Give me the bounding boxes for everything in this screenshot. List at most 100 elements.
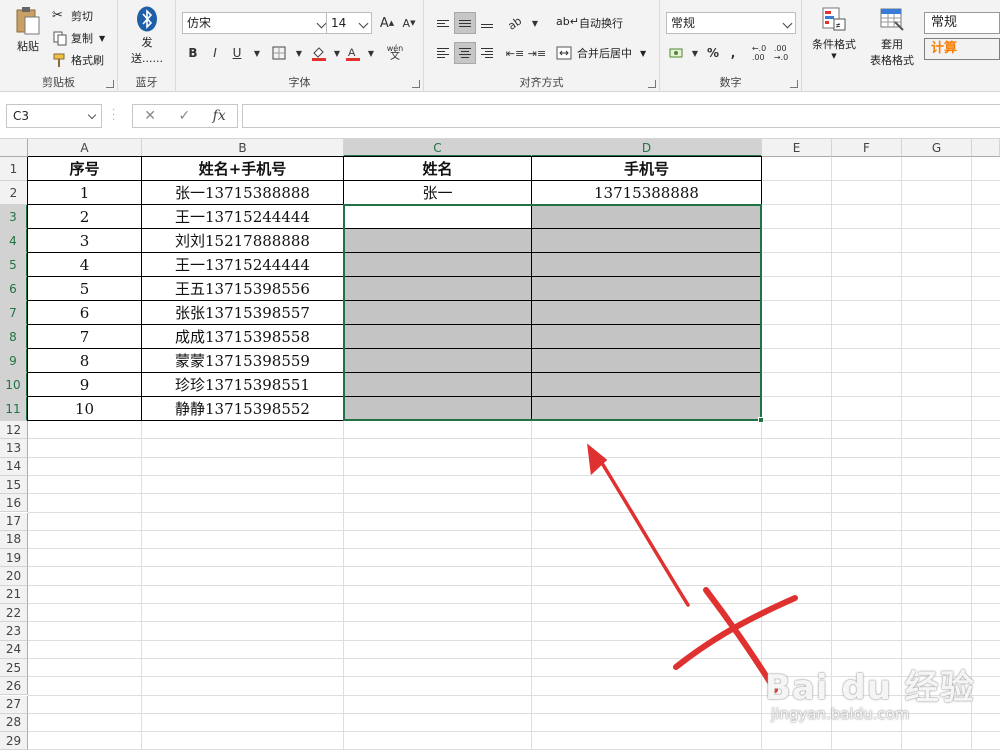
row-header-11[interactable]: 11 xyxy=(0,397,28,421)
borders-button[interactable] xyxy=(268,42,290,64)
cell-b1[interactable]: 姓名+手机号 xyxy=(142,157,343,180)
copy-dropdown-icon[interactable]: ▼ xyxy=(99,34,105,43)
formula-bar-grip-icon[interactable]: · · · xyxy=(112,106,115,126)
cell-d8[interactable] xyxy=(532,325,761,348)
cell-b3[interactable]: 王一13715244444 xyxy=(142,205,343,228)
insert-function-icon[interactable]: fx xyxy=(213,108,226,124)
cell-d2[interactable]: 13715388888 xyxy=(532,181,761,204)
cell-a6[interactable]: 5 xyxy=(28,277,141,300)
style-normal[interactable]: 常规 xyxy=(924,12,1000,34)
format-painter-button[interactable]: 格式刷 xyxy=(52,52,104,68)
number-format-select[interactable]: 常规 xyxy=(666,12,796,34)
cell-a11[interactable]: 10 xyxy=(28,397,141,420)
bold-button[interactable]: B xyxy=(182,42,204,64)
borders-dropdown-icon[interactable]: ▼ xyxy=(288,42,310,64)
cell-b8[interactable]: 成成13715398558 xyxy=(142,325,343,348)
cut-button[interactable]: ✂ 剪切 xyxy=(52,8,93,24)
row-header-2[interactable]: 2 xyxy=(0,181,28,205)
cell-d11[interactable] xyxy=(532,397,761,420)
cell-d10[interactable] xyxy=(532,373,761,396)
clipboard-launcher-icon[interactable] xyxy=(106,80,114,88)
align-top-button[interactable] xyxy=(432,12,454,34)
number-launcher-icon[interactable] xyxy=(790,80,798,88)
column-header-a[interactable]: A xyxy=(28,139,142,157)
cell-c8[interactable] xyxy=(344,325,531,348)
conditional-format-button[interactable]: ≠ 条件格式 ▼ xyxy=(808,6,860,60)
cell-a4[interactable]: 3 xyxy=(28,229,141,252)
orientation-dropdown-icon[interactable]: ▼ xyxy=(524,12,546,34)
formula-input[interactable] xyxy=(242,104,1000,128)
underline-dropdown-icon[interactable]: ▼ xyxy=(246,42,268,64)
decrease-indent-button[interactable]: ⇤≡ xyxy=(504,42,526,64)
merge-center-button[interactable]: 合并后居中 ▼ xyxy=(556,45,646,61)
style-calculation[interactable]: 计算 xyxy=(924,38,1000,60)
cell-a9[interactable]: 8 xyxy=(28,349,141,372)
row-header-4[interactable]: 4 xyxy=(0,229,28,253)
phonetic-button[interactable]: wén 文 xyxy=(384,42,406,64)
cell-c3[interactable] xyxy=(344,205,531,228)
cell-c5[interactable] xyxy=(344,253,531,276)
copy-button[interactable]: 复制 ▼ xyxy=(52,30,105,46)
font-size-select[interactable]: 14 xyxy=(326,12,372,34)
cell-d1[interactable]: 手机号 xyxy=(532,157,761,180)
row-header-18[interactable]: 18 xyxy=(0,530,28,550)
percent-button[interactable]: % xyxy=(702,42,724,64)
row-header-20[interactable]: 20 xyxy=(0,567,28,586)
row-header-19[interactable]: 19 xyxy=(0,549,28,568)
cell-b7[interactable]: 张张13715398557 xyxy=(142,301,343,324)
cell-c10[interactable] xyxy=(344,373,531,396)
cell-c2[interactable]: 张一 xyxy=(344,181,531,204)
paste-button[interactable]: 粘贴 xyxy=(8,6,48,54)
column-header-e[interactable]: E xyxy=(762,139,832,157)
name-box[interactable]: C3 xyxy=(6,104,102,128)
row-header-17[interactable]: 17 xyxy=(0,512,28,531)
cell-a10[interactable]: 9 xyxy=(28,373,141,396)
enter-icon[interactable]: ✓ xyxy=(178,108,190,124)
row-header-22[interactable]: 22 xyxy=(0,604,28,623)
cell-b5[interactable]: 王一13715244444 xyxy=(142,253,343,276)
row-header-8[interactable]: 8 xyxy=(0,325,28,349)
cancel-icon[interactable]: ✕ xyxy=(144,108,156,124)
row-header-3[interactable]: 3 xyxy=(0,205,28,229)
column-header-next[interactable] xyxy=(972,139,1000,157)
cell-c6[interactable] xyxy=(344,277,531,300)
fill-handle[interactable] xyxy=(758,417,764,423)
cell-b6[interactable]: 王五13715398556 xyxy=(142,277,343,300)
cell-a8[interactable]: 7 xyxy=(28,325,141,348)
column-header-g[interactable]: G xyxy=(902,139,972,157)
format-as-table-button[interactable]: 套用 表格格式 xyxy=(862,6,922,68)
decrease-decimal-button[interactable]: .00 →.0 xyxy=(770,42,792,64)
bluetooth-send-button[interactable]: 发 送...... xyxy=(128,6,166,66)
cell-a7[interactable]: 6 xyxy=(28,301,141,324)
cell-b11[interactable]: 静静13715398552 xyxy=(142,397,343,420)
merge-dropdown-icon[interactable]: ▼ xyxy=(640,49,646,58)
cell-d6[interactable] xyxy=(532,277,761,300)
row-header-5[interactable]: 5 xyxy=(0,253,28,277)
underline-button[interactable]: U xyxy=(226,42,248,64)
cell-c7[interactable] xyxy=(344,301,531,324)
row-header-1[interactable]: 1 xyxy=(0,157,28,181)
row-header-26[interactable]: 26 xyxy=(0,677,28,696)
cell-d3[interactable] xyxy=(532,205,761,228)
row-header-13[interactable]: 13 xyxy=(0,439,28,458)
row-header-16[interactable]: 16 xyxy=(0,494,28,513)
row-header-15[interactable]: 15 xyxy=(0,475,28,495)
align-center-button[interactable] xyxy=(454,42,476,64)
cell-a3[interactable]: 2 xyxy=(28,205,141,228)
row-header-7[interactable]: 7 xyxy=(0,301,28,325)
font-color-dropdown-icon[interactable]: ▼ xyxy=(360,42,382,64)
cell-a5[interactable]: 4 xyxy=(28,253,141,276)
cell-d4[interactable] xyxy=(532,229,761,252)
select-all-corner[interactable] xyxy=(0,139,28,157)
italic-button[interactable]: I xyxy=(204,42,226,64)
cell-b2[interactable]: 张一13715388888 xyxy=(142,181,343,204)
cell-d5[interactable] xyxy=(532,253,761,276)
cell-c1[interactable]: 姓名 xyxy=(344,157,531,180)
align-bottom-button[interactable] xyxy=(476,12,498,34)
increase-decimal-button[interactable]: ←.0.00 xyxy=(748,42,770,64)
row-header-29[interactable]: 29 xyxy=(0,732,28,750)
font-launcher-icon[interactable] xyxy=(412,80,420,88)
row-header-21[interactable]: 21 xyxy=(0,585,28,604)
comma-button[interactable]: , xyxy=(722,42,744,64)
column-header-b[interactable]: B xyxy=(142,139,344,157)
